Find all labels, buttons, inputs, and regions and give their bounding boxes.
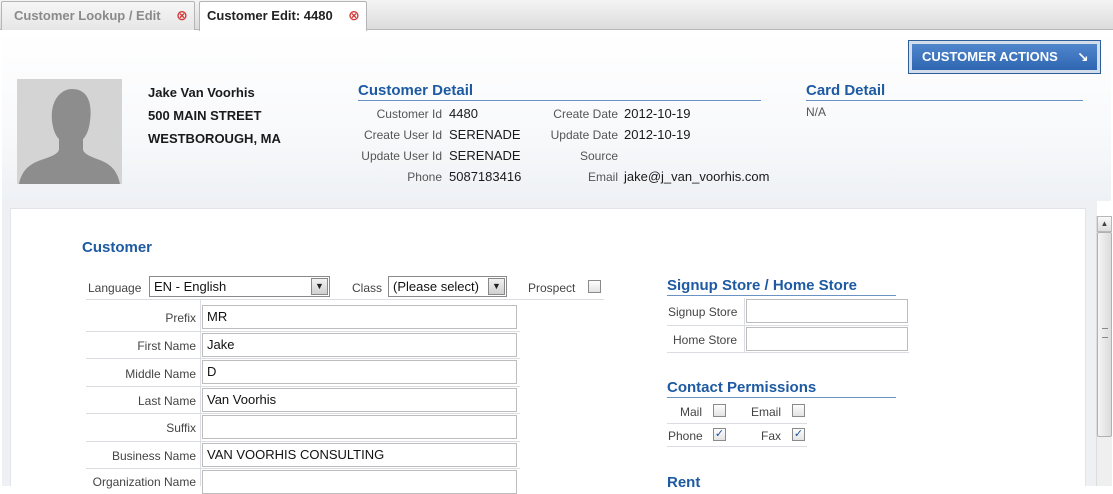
email-checkbox[interactable] [792,404,805,417]
fax-label: Fax [761,429,782,443]
prospect-label: Prospect [528,281,576,295]
mail-label: Mail [680,405,703,419]
customer-address-line1: 500 MAIN STREET [148,108,262,123]
customer-actions-button[interactable]: CUSTOMER ACTIONS ↘ [908,40,1101,74]
tab-label: Customer Edit: 4480 [207,8,333,23]
suffix-label: Suffix [166,421,196,435]
class-select[interactable]: (Please select) ▼ [388,276,507,297]
card-detail-title: Card Detail [806,82,1083,101]
email-value[interactable]: jake@j_van_voorhis.com [624,169,769,184]
update-user-label: Update User Id [361,149,442,163]
person-silhouette-icon [17,79,122,184]
email-label: Email [587,170,618,184]
signup-store-label: Signup Store [668,305,738,319]
prefix-input[interactable]: MR [202,305,517,329]
business-name-label: Business Name [111,449,196,463]
business-name-input[interactable]: VAN VOORHIS CONSULTING [202,443,517,467]
avatar [17,79,122,184]
create-user-label: Create User Id [363,128,442,142]
tab-bar: Customer Lookup / Edit ⊗ Customer Edit: … [0,0,1113,31]
customer-name: Jake Van Voorhis [148,85,255,100]
phone-label: Phone [407,170,442,184]
customer-address-line2: WESTBOROUGH, MA [148,131,281,146]
contact-permissions-title: Contact Permissions [667,379,896,398]
close-icon[interactable]: ⊗ [175,8,189,22]
rent-title: Rent [667,474,701,491]
language-label: Language [88,281,142,295]
customer-id-value: 4480 [449,106,478,121]
phone-permission-label: Phone [668,429,703,443]
scroll-thumb[interactable] [1097,232,1112,437]
organization-name-input[interactable] [202,470,517,494]
customer-actions-label: CUSTOMER ACTIONS [922,49,1058,64]
card-detail-value: N/A [806,105,827,119]
create-date-value: 2012-10-19 [624,106,691,121]
customer-id-label: Customer Id [376,107,442,121]
customer-header: CUSTOMER ACTIONS ↘ Jake Van Voorhis 500 … [2,31,1111,201]
prefix-label: Prefix [165,311,196,325]
mail-checkbox[interactable] [713,404,726,417]
customer-section-title: Customer [82,239,153,256]
source-label: Source [579,149,618,163]
prospect-checkbox[interactable] [588,280,601,293]
middle-name-input[interactable]: D [202,360,517,384]
middle-name-label: Middle Name [125,367,196,381]
customer-detail-title: Customer Detail [358,82,761,101]
home-store-input[interactable] [746,327,908,351]
update-date-label: Update Date [550,128,618,142]
chevron-down-icon: ▼ [488,278,505,295]
close-icon[interactable]: ⊗ [347,8,361,22]
last-name-input[interactable]: Van Voorhis [202,388,517,412]
fax-checkbox[interactable]: ✓ [792,428,805,441]
update-date-value: 2012-10-19 [624,127,691,142]
first-name-label: First Name [137,339,196,353]
tab-customer-lookup[interactable]: Customer Lookup / Edit ⊗ [1,1,195,30]
vertical-scrollbar[interactable]: ▲ [1096,216,1112,486]
email-permission-label: Email [751,405,782,419]
signup-store-title: Signup Store / Home Store [667,277,896,296]
language-select[interactable]: EN - English ▼ [149,276,330,297]
create-date-label: Create Date [553,107,618,121]
organization-name-label: Organization Name [92,475,196,489]
tab-customer-edit[interactable]: Customer Edit: 4480 ⊗ [199,1,367,31]
scroll-up-icon[interactable]: ▲ [1097,216,1112,232]
phone-checkbox[interactable]: ✓ [713,428,726,441]
signup-store-input[interactable] [746,299,908,323]
last-name-label: Last Name [137,394,196,408]
home-store-label: Home Store [673,333,738,347]
first-name-input[interactable]: Jake [202,333,517,357]
tab-label: Customer Lookup / Edit [14,8,161,23]
suffix-input[interactable] [202,415,517,439]
chevron-down-icon: ▼ [311,278,328,295]
class-label: Class [352,281,383,295]
arrow-down-right-icon: ↘ [1077,49,1089,65]
